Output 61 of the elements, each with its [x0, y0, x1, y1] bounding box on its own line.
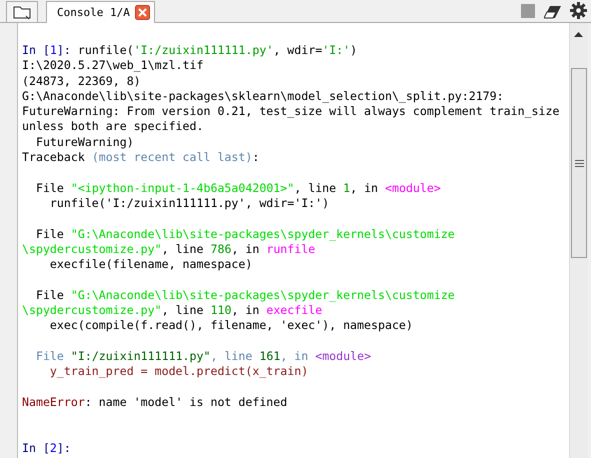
console-text: <module> [385, 180, 441, 195]
console-text: ) [350, 42, 358, 57]
console-text: In [ [22, 42, 50, 57]
console-text: FutureWarning) [34, 134, 134, 149]
scroll-up-icon[interactable] [574, 31, 583, 37]
console-text: G:\Anaconde\lib\site-packages\sklearn\model_selection\_split.py:2179: [22, 88, 504, 103]
console-text: execfile(filename, namespace) [48, 257, 252, 272]
console-text: runfile('I:/zuixin111111.py', wdir='I:') [48, 196, 330, 210]
console-text: File [34, 348, 65, 363]
console-text: runfile( [78, 42, 134, 57]
console-text: "<ipython-input-1-4b6a5a042001>" [70, 180, 294, 195]
console-text: "G:\Anaconde\lib\site-packages\spyder_kernels\customize [70, 288, 455, 302]
console-text: Traceback [22, 150, 86, 164]
console-text: In [ [22, 440, 50, 455]
console-text: "I:/zuixin111111.py" [70, 348, 210, 363]
console-text: runfile [266, 242, 316, 256]
console-text: (24873, 22369, 8) [22, 74, 141, 88]
console-text: 786 [210, 242, 232, 256]
console-text: unless both are specified. [22, 119, 204, 134]
console-text: 1 [50, 42, 57, 57]
console-text: , line [162, 242, 204, 256]
console-text: ]: [56, 440, 71, 455]
scrollbar[interactable] [569, 23, 588, 458]
console-text: execfile [266, 303, 322, 318]
console-text: \spydercustomize.py" [22, 303, 162, 318]
console-text: , line [162, 303, 204, 318]
console-text: File [34, 180, 65, 195]
close-icon[interactable] [134, 5, 150, 20]
console-text: 2 [50, 440, 57, 455]
console-text: I:\2020.5.27\web_1\mzl.tif [22, 58, 204, 72]
console-tab[interactable]: Console 1/A [46, 1, 155, 23]
console-text: "G:\Anaconde\lib\site-packages\spyder_kernels\customize [70, 226, 455, 241]
console-text: y_train_pred = model.predict(x_train) [48, 364, 308, 378]
console-text: , line [294, 180, 338, 195]
console-text: <module> [315, 348, 372, 363]
scroll-thumb[interactable] [571, 68, 587, 258]
console-text: 'I:' [322, 42, 350, 57]
console-text: 110 [210, 303, 232, 318]
console-text: ]: [56, 42, 72, 57]
console-text: , in [280, 348, 310, 363]
console-text: , in [350, 180, 380, 195]
console-text: (most recent call last) [92, 150, 252, 164]
eraser-icon[interactable] [544, 5, 562, 19]
console-text: 1 [343, 180, 350, 195]
console-text: \spydercustomize.py" [22, 242, 162, 256]
folder-icon[interactable] [6, 1, 38, 22]
tab-label[interactable]: Console 1/A [57, 6, 130, 19]
console-text: File [34, 288, 65, 302]
console-text: 161 [259, 348, 280, 363]
console-text: : [252, 150, 260, 164]
console-text: , line [210, 348, 254, 363]
console-text: , in [231, 303, 260, 318]
console-text: exec(compile(f.read(), filename, 'exec'), namespace) [48, 318, 413, 332]
console-text: : name 'model' is not defined [84, 394, 288, 409]
console-text: File [34, 226, 65, 241]
settings-icon[interactable] [570, 2, 587, 19]
console-text: FutureWarning: From version 0.21, test_size will always complement train_size [22, 104, 560, 118]
console-text: , wdir= [273, 42, 322, 57]
console-text: , in [231, 242, 260, 256]
console-text: 'I:/zuixin111111.py' [134, 42, 274, 57]
console-text: NameError [22, 394, 85, 409]
